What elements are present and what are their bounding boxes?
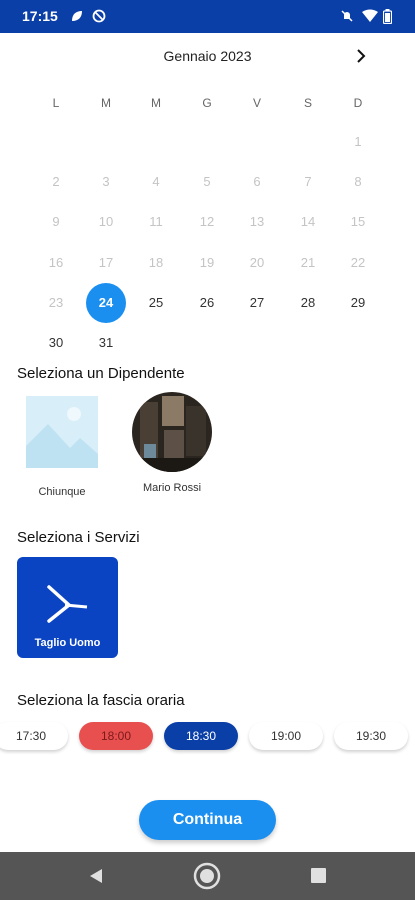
back-icon[interactable]	[88, 868, 104, 884]
weekday-label: L	[52, 96, 60, 110]
time-slot-busy[interactable]: 18:00	[79, 722, 153, 750]
service-label: Taglio Uomo	[34, 637, 101, 649]
service-card-taglio-uomo[interactable]: Taglio Uomo	[17, 557, 118, 658]
time-slot[interactable]: 19:00	[249, 722, 323, 750]
status-bar: 17:15	[0, 0, 415, 33]
calendar-day: 9	[52, 214, 60, 229]
calendar-day: 21	[300, 255, 316, 270]
calendar-day: 7	[304, 174, 312, 189]
calendar-day: 20	[249, 255, 265, 270]
calendar-day[interactable]: 29	[338, 283, 378, 323]
weekday-label: V	[252, 96, 261, 110]
employee-name: Chiunque	[38, 486, 86, 498]
mute-icon	[341, 10, 353, 22]
calendar-day: 10	[98, 214, 114, 229]
calendar-day: 3	[102, 174, 110, 189]
calendar-day[interactable]: 28	[288, 283, 328, 323]
calendar-day: 16	[48, 255, 64, 270]
calendar-day: 12	[199, 214, 215, 229]
calendar-day: 17	[98, 255, 114, 270]
placeholder-image-icon	[26, 396, 98, 468]
calendar-day: 6	[253, 174, 261, 189]
employee-name: Mario Rossi	[142, 482, 202, 494]
status-time: 17:15	[22, 8, 58, 24]
weekday-label: D	[353, 96, 363, 110]
weekday-label: M	[151, 96, 161, 110]
calendar-day: 4	[152, 174, 160, 189]
home-icon[interactable]	[193, 862, 221, 890]
calendar-day: 11	[149, 214, 163, 229]
razor-icon	[47, 585, 88, 623]
calendar-day: 1	[354, 134, 362, 149]
time-slot[interactable]: 19:30	[334, 722, 408, 750]
calendar-day[interactable]: 31	[86, 323, 126, 363]
time-slot-selected[interactable]: 18:30	[164, 722, 238, 750]
calendar-day: 22	[350, 255, 366, 270]
leaf-icon	[72, 11, 82, 21]
calendar-day[interactable]: 27	[237, 283, 277, 323]
calendar-day-selected[interactable]: 24	[86, 283, 126, 323]
weekday-label: S	[303, 96, 312, 110]
battery-icon	[383, 9, 392, 24]
timeslot-section-title: Seleziona la fascia oraria	[17, 692, 185, 709]
calendar-day[interactable]: 25	[136, 283, 176, 323]
chevron-right-icon[interactable]	[350, 44, 372, 68]
employee-section-title: Seleziona un Dipendente	[17, 365, 185, 382]
calendar-day: 5	[203, 174, 211, 189]
calendar-day: 13	[249, 214, 265, 229]
wifi-icon	[362, 9, 378, 22]
calendar-day: 14	[300, 214, 316, 229]
calendar-day: 19	[199, 255, 215, 270]
calendar-day[interactable]: 26	[187, 283, 227, 323]
calendar-day: 2	[52, 174, 60, 189]
navigation-bar	[0, 852, 415, 900]
weekday-label: M	[101, 96, 111, 110]
recents-icon[interactable]	[311, 868, 326, 883]
calendar-day: 23	[48, 295, 64, 310]
time-slot[interactable]: 17:30	[0, 722, 68, 750]
services-section-title: Seleziona i Servizi	[17, 529, 140, 546]
calendar-day: 15	[350, 214, 366, 229]
calendar-day: 18	[148, 255, 164, 270]
no-sync-icon	[92, 9, 106, 23]
calendar-day[interactable]: 30	[36, 323, 76, 363]
avatar-photo	[132, 392, 212, 472]
calendar-day: 8	[354, 174, 362, 189]
continue-button[interactable]: Continua	[139, 800, 276, 840]
weekday-label: G	[202, 96, 212, 110]
